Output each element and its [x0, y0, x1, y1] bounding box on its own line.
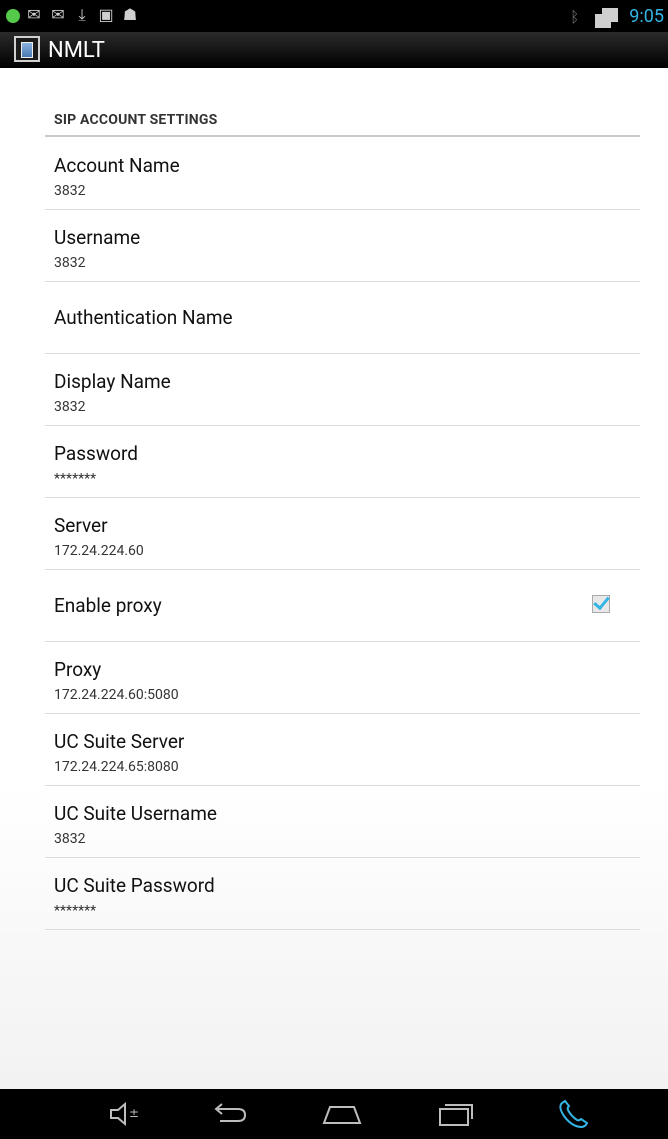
network-icon	[593, 7, 619, 28]
home-icon[interactable]	[320, 1099, 364, 1129]
android-icon	[6, 9, 20, 23]
bluetooth-icon: ᛒ	[570, 7, 580, 26]
action-bar: NMLT	[0, 32, 668, 69]
pref-title: Authentication Name	[54, 306, 233, 329]
mail-icon: ✉	[27, 5, 41, 24]
pref-account-name[interactable]: Account Name 3832	[45, 138, 640, 210]
pref-title: UC Suite Password	[54, 874, 215, 897]
pref-summary: *******	[54, 471, 97, 487]
clock: 9:05	[629, 6, 664, 27]
pref-title: UC Suite Server	[54, 730, 185, 753]
storage-icon: ▣	[98, 5, 114, 24]
section-header: SIP ACCOUNT SETTINGS	[54, 112, 218, 128]
pref-display-name[interactable]: Display Name 3832	[45, 354, 640, 426]
phone-icon[interactable]	[554, 1099, 594, 1129]
pref-uc-suite-password[interactable]: UC Suite Password *******	[45, 858, 640, 930]
pref-uc-suite-username[interactable]: UC Suite Username 3832	[45, 786, 640, 858]
pref-summary: 3832	[54, 399, 86, 415]
recent-apps-icon[interactable]	[436, 1099, 476, 1129]
app-icon[interactable]	[14, 36, 40, 62]
pref-title: Username	[54, 226, 141, 249]
pref-summary: 3832	[54, 183, 86, 199]
mail-icon: ✉	[51, 5, 65, 24]
pref-summary: 172.24.224.60	[54, 543, 144, 559]
enable-proxy-checkbox[interactable]	[592, 595, 610, 613]
pref-title: Display Name	[54, 370, 171, 393]
pref-proxy[interactable]: Proxy 172.24.224.60:5080	[45, 642, 640, 714]
pref-password[interactable]: Password *******	[45, 426, 640, 498]
pref-summary: 172.24.224.65:8080	[54, 759, 179, 775]
pref-username[interactable]: Username 3832	[45, 210, 640, 282]
pref-summary: 172.24.224.60:5080	[54, 687, 179, 703]
volume-icon[interactable]: ±	[108, 1099, 142, 1129]
pref-title: UC Suite Username	[54, 802, 217, 825]
pref-title: Enable proxy	[54, 594, 162, 617]
pref-server[interactable]: Server 172.24.224.60	[45, 498, 640, 570]
svg-text:±: ±	[129, 1106, 139, 1120]
pref-summary: 3832	[54, 831, 86, 847]
android-icon: ☗	[122, 5, 138, 24]
pref-uc-suite-server[interactable]: UC Suite Server 172.24.224.65:8080	[45, 714, 640, 786]
notification-icons: ✉ ✉ ⤓ ▣ ☗	[6, 6, 140, 24]
settings-list: SIP ACCOUNT SETTINGS Account Name 3832 U…	[0, 68, 668, 1089]
pref-enable-proxy[interactable]: Enable proxy	[45, 570, 640, 642]
pref-authentication-name[interactable]: Authentication Name	[45, 282, 640, 354]
back-icon[interactable]	[208, 1099, 248, 1129]
pref-summary: 3832	[54, 255, 86, 271]
navigation-bar: ±	[0, 1089, 668, 1139]
app-title: NMLT	[48, 38, 105, 63]
system-icons: ᛒ 9:05	[570, 6, 664, 28]
download-icon: ⤓	[78, 5, 86, 24]
pref-title: Account Name	[54, 154, 180, 177]
section-divider	[45, 135, 640, 137]
status-bar: ✉ ✉ ⤓ ▣ ☗ ᛒ 9:05	[0, 0, 668, 32]
pref-title: Server	[54, 514, 108, 537]
pref-summary: *******	[54, 903, 97, 919]
pref-title: Proxy	[54, 658, 102, 681]
pref-title: Password	[54, 442, 138, 465]
